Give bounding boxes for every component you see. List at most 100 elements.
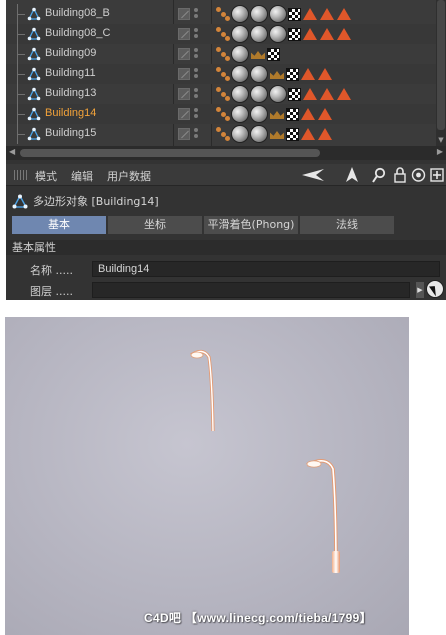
layer-color-icon[interactable]	[178, 8, 190, 20]
warning-tag-icon[interactable]	[303, 8, 317, 20]
material-tag-icon[interactable]	[269, 5, 287, 23]
material-tag-icon[interactable]	[231, 105, 249, 123]
material-tag-icon[interactable]	[231, 25, 249, 43]
material-tag-icon[interactable]	[250, 5, 268, 23]
warning-tag-icon[interactable]	[303, 28, 317, 40]
warning-tag-icon[interactable]	[337, 28, 351, 40]
layer-menu-arrow-icon[interactable]: ▶	[416, 282, 424, 298]
layer-color-icon[interactable]	[178, 48, 190, 60]
phong-tag-icon[interactable]	[216, 7, 230, 21]
warning-tag-icon[interactable]	[301, 68, 315, 80]
object-row[interactable]: Building15	[6, 124, 436, 144]
texture-tag-icon[interactable]	[267, 47, 280, 61]
object-name[interactable]: Building08_B	[45, 7, 110, 19]
texture-tag-icon[interactable]	[288, 7, 301, 21]
warning-tag-icon[interactable]	[303, 88, 317, 100]
phong-tag-icon[interactable]	[216, 107, 230, 121]
warning-tag-icon[interactable]	[318, 128, 332, 140]
object-row[interactable]: Building09	[6, 44, 436, 64]
material-tag-icon[interactable]	[250, 25, 268, 43]
layer-color-icon[interactable]	[178, 28, 190, 40]
menu-mode[interactable]: 模式	[35, 168, 57, 184]
material-tag-icon[interactable]	[231, 85, 249, 103]
material-tag-icon[interactable]	[231, 125, 249, 143]
warning-tag-icon[interactable]	[318, 68, 332, 80]
object-name[interactable]: Building11	[45, 67, 96, 79]
object-name[interactable]: Building08_C	[45, 27, 110, 39]
warning-tag-icon[interactable]	[301, 108, 315, 120]
layer-field[interactable]	[92, 282, 410, 298]
warning-tag-icon[interactable]	[318, 108, 332, 120]
crown-tag-icon[interactable]	[269, 67, 285, 81]
warning-tag-icon[interactable]	[320, 28, 334, 40]
vertical-scrollbar[interactable]: ▼	[436, 0, 446, 146]
visibility-dots-icon[interactable]	[194, 8, 198, 20]
horizontal-scrollbar[interactable]: ◀ ▶	[6, 146, 446, 160]
tab-normals[interactable]: 法线	[300, 216, 394, 234]
material-tag-icon[interactable]	[250, 105, 268, 123]
material-tag-icon[interactable]	[269, 85, 287, 103]
scrollbar-thumb[interactable]	[20, 149, 320, 157]
material-tag-icon[interactable]	[250, 65, 268, 83]
scroll-left-icon[interactable]: ◀	[9, 147, 15, 156]
material-tag-icon[interactable]	[231, 65, 249, 83]
material-tag-icon[interactable]	[250, 125, 268, 143]
object-row[interactable]: Building08_C	[6, 24, 436, 44]
visibility-dots-icon[interactable]	[194, 128, 198, 140]
scrollbar-thumb[interactable]	[437, 0, 445, 130]
texture-tag-icon[interactable]	[288, 27, 301, 41]
lock-icon[interactable]	[394, 167, 406, 183]
phong-tag-icon[interactable]	[216, 87, 230, 101]
menu-user-data[interactable]: 用户数据	[107, 168, 151, 184]
crown-tag-icon[interactable]	[269, 107, 285, 121]
visibility-dots-icon[interactable]	[194, 88, 198, 100]
warning-tag-icon[interactable]	[320, 88, 334, 100]
visibility-dots-icon[interactable]	[194, 108, 198, 120]
object-name[interactable]: Building13	[45, 87, 96, 99]
warning-tag-icon[interactable]	[337, 88, 351, 100]
back-arrow-icon[interactable]	[302, 168, 324, 182]
tab-coordinates[interactable]: 坐标	[108, 216, 202, 234]
warning-tag-icon[interactable]	[320, 8, 334, 20]
object-name[interactable]: Building09	[45, 47, 96, 59]
tab-phong[interactable]: 平滑着色(Phong)	[204, 216, 298, 234]
scroll-right-icon[interactable]: ▶	[437, 147, 443, 156]
phong-tag-icon[interactable]	[216, 67, 230, 81]
object-name[interactable]: Building14	[45, 107, 96, 119]
layer-color-icon[interactable]	[178, 108, 190, 120]
layer-color-icon[interactable]	[178, 68, 190, 80]
tab-basic[interactable]: 基本	[12, 216, 106, 234]
name-field[interactable]: Building14	[92, 261, 440, 277]
cursor-up-icon[interactable]	[346, 167, 358, 183]
object-row[interactable]: Building08_B	[6, 4, 436, 24]
visibility-dots-icon[interactable]	[194, 68, 198, 80]
scroll-down-icon[interactable]: ▼	[436, 136, 446, 144]
material-tag-icon[interactable]	[231, 5, 249, 23]
search-icon[interactable]	[372, 167, 386, 183]
new-panel-icon[interactable]	[430, 167, 444, 183]
object-name[interactable]: Building15	[45, 127, 96, 139]
warning-tag-icon[interactable]	[337, 8, 351, 20]
object-row[interactable]: Building13	[6, 84, 436, 104]
target-icon[interactable]	[411, 167, 426, 183]
phong-tag-icon[interactable]	[216, 127, 230, 141]
texture-tag-icon[interactable]	[288, 87, 301, 101]
object-row[interactable]: Building11	[6, 64, 436, 84]
object-row[interactable]: Building14	[6, 104, 436, 124]
crown-tag-icon[interactable]	[269, 127, 285, 141]
visibility-dots-icon[interactable]	[194, 28, 198, 40]
texture-tag-icon[interactable]	[286, 67, 299, 81]
layer-color-icon[interactable]	[178, 88, 190, 100]
material-tag-icon[interactable]	[269, 25, 287, 43]
layer-picker-icon[interactable]	[426, 280, 444, 298]
warning-tag-icon[interactable]	[301, 128, 315, 140]
layer-color-icon[interactable]	[178, 128, 190, 140]
phong-tag-icon[interactable]	[216, 27, 230, 41]
material-tag-icon[interactable]	[250, 85, 268, 103]
crown-tag-icon[interactable]	[250, 47, 266, 61]
visibility-dots-icon[interactable]	[194, 48, 198, 60]
grip-icon[interactable]	[14, 170, 28, 180]
material-tag-icon[interactable]	[231, 45, 249, 63]
texture-tag-icon[interactable]	[286, 127, 299, 141]
phong-tag-icon[interactable]	[216, 47, 230, 61]
